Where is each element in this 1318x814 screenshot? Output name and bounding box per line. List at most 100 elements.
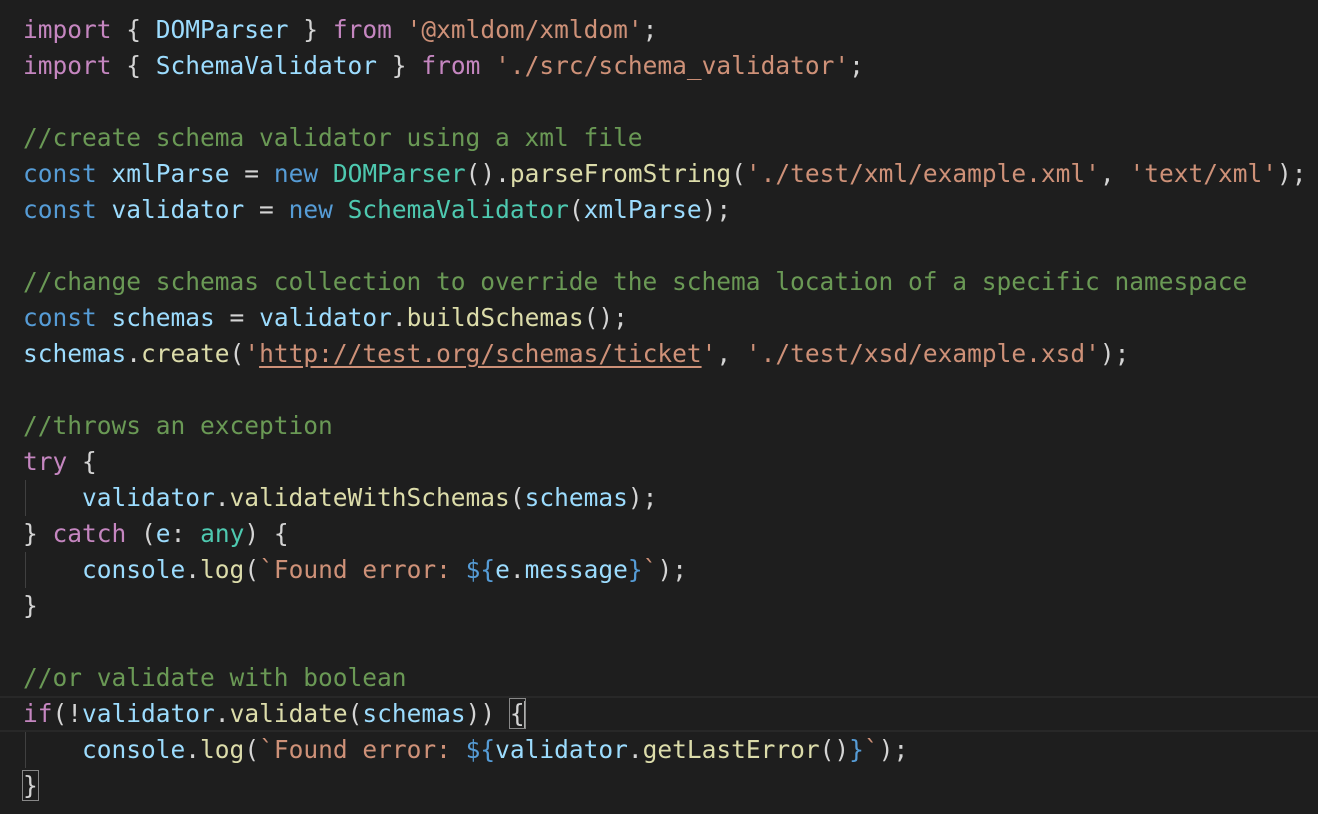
code-token: =: [214, 303, 260, 332]
code-token: }: [23, 519, 53, 548]
code-line[interactable]: //change schemas collection to override …: [0, 264, 1318, 300]
code-token: console: [82, 735, 186, 764]
code-token: http://test.org/schemas/ticket: [259, 339, 702, 368]
code-token: (: [244, 555, 260, 584]
code-token: );: [701, 195, 732, 224]
code-token: './src/schema_validator': [495, 51, 850, 80]
code-token: {: [508, 698, 526, 729]
code-line[interactable]: import { DOMParser } from '@xmldom/xmldo…: [0, 12, 1318, 48]
code-token: import: [23, 15, 112, 44]
code-token: message: [524, 555, 628, 584]
code-token: {: [111, 15, 156, 44]
code-token: {: [111, 51, 156, 80]
code-token: )): [465, 699, 510, 728]
code-line[interactable]: //throws an exception: [0, 408, 1318, 444]
editor-top-edge: [0, 0, 1318, 4]
code-token: //create schema validator using a xml fi…: [23, 123, 643, 152]
code-token: :: [170, 519, 201, 548]
code-token: './test/xml/example.xml': [745, 159, 1100, 188]
code-token: validator: [82, 699, 215, 728]
code-token: .: [126, 339, 142, 368]
code-line[interactable]: try {: [0, 444, 1318, 480]
code-token: );: [1276, 159, 1307, 188]
code-token: (!: [52, 699, 83, 728]
code-token: (: [568, 195, 584, 224]
code-token: new: [288, 195, 333, 224]
code-line[interactable]: const validator = new SchemaValidator(xm…: [0, 192, 1318, 228]
code-editor[interactable]: import { DOMParser } from '@xmldom/xmldo…: [0, 0, 1318, 814]
code-line[interactable]: const xmlParse = new DOMParser().parseFr…: [0, 156, 1318, 192]
code-token: `Found error:: [259, 735, 466, 764]
code-token: SchemaValidator: [155, 51, 378, 80]
code-token: }: [23, 591, 38, 620]
code-line[interactable]: //create schema validator using a xml fi…: [0, 120, 1318, 156]
code-token: //or validate with boolean: [23, 663, 407, 692]
code-token: schemas: [362, 699, 466, 728]
code-line[interactable]: import { SchemaValidator } from './src/s…: [0, 48, 1318, 84]
code-token: }: [22, 770, 39, 801]
code-token: schemas: [111, 303, 215, 332]
code-token: schemas: [23, 339, 127, 368]
code-token: (: [731, 159, 746, 188]
code-token: any: [200, 519, 245, 548]
code-token: //change schemas collection to override …: [23, 267, 1248, 296]
code-token: log: [200, 735, 245, 764]
code-token: ();: [583, 303, 628, 332]
code-token: `: [642, 555, 658, 584]
code-token: }: [627, 555, 643, 584]
code-token: ': [244, 339, 260, 368]
code-line[interactable]: //or validate with boolean: [0, 660, 1318, 696]
code-token: );: [878, 735, 909, 764]
code-line[interactable]: }: [0, 768, 1318, 804]
code-line[interactable]: console.log(`Found error: ${e.message}`)…: [0, 552, 1318, 588]
code-token: ;: [642, 15, 658, 44]
code-token: SchemaValidator: [347, 195, 569, 224]
code-line[interactable]: }: [0, 588, 1318, 624]
code-token: ,: [716, 339, 746, 368]
code-line[interactable]: [0, 372, 1318, 408]
code-token: (: [347, 699, 363, 728]
code-token: ${: [465, 735, 496, 764]
code-token: catch: [52, 519, 127, 548]
code-token: xmlParse: [111, 159, 230, 188]
code-token: create: [141, 339, 230, 368]
code-line[interactable]: validator.validateWithSchemas(schemas);: [0, 480, 1318, 516]
code-line[interactable]: [0, 84, 1318, 120]
code-token: from: [332, 15, 392, 44]
code-line[interactable]: } catch (e: any) {: [0, 516, 1318, 552]
code-token: validator: [259, 303, 392, 332]
code-token: );: [657, 555, 687, 584]
code-token: console: [82, 555, 186, 584]
code-token: if: [23, 699, 53, 728]
code-token: e: [495, 555, 510, 584]
code-token: `Found error:: [259, 555, 466, 584]
code-token: (: [126, 519, 156, 548]
code-line[interactable]: [0, 228, 1318, 264]
code-token: schemas: [524, 483, 628, 512]
code-line[interactable]: console.log(`Found error: ${validator.ge…: [0, 732, 1318, 768]
code-token: );: [1099, 339, 1130, 368]
code-token: );: [627, 483, 658, 512]
code-token: getLastError: [642, 735, 820, 764]
code-token: xmlParse: [583, 195, 702, 224]
code-token: from: [421, 51, 481, 80]
code-token: '@xmldom/xmldom': [406, 15, 643, 44]
code-token: const: [23, 195, 97, 224]
text-cursor: [523, 701, 526, 729]
code-token: ) {: [244, 519, 289, 548]
code-token: =: [229, 159, 274, 188]
code-line[interactable]: [0, 624, 1318, 660]
code-token: (: [229, 339, 245, 368]
code-token: log: [200, 555, 245, 584]
code-token: ;: [849, 51, 864, 80]
code-line[interactable]: schemas.create('http://test.org/schemas/…: [0, 336, 1318, 372]
code-line[interactable]: if(!validator.validate(schemas)) {: [0, 696, 1318, 732]
code-token: (: [244, 735, 260, 764]
code-line[interactable]: const schemas = validator.buildSchemas()…: [0, 300, 1318, 336]
